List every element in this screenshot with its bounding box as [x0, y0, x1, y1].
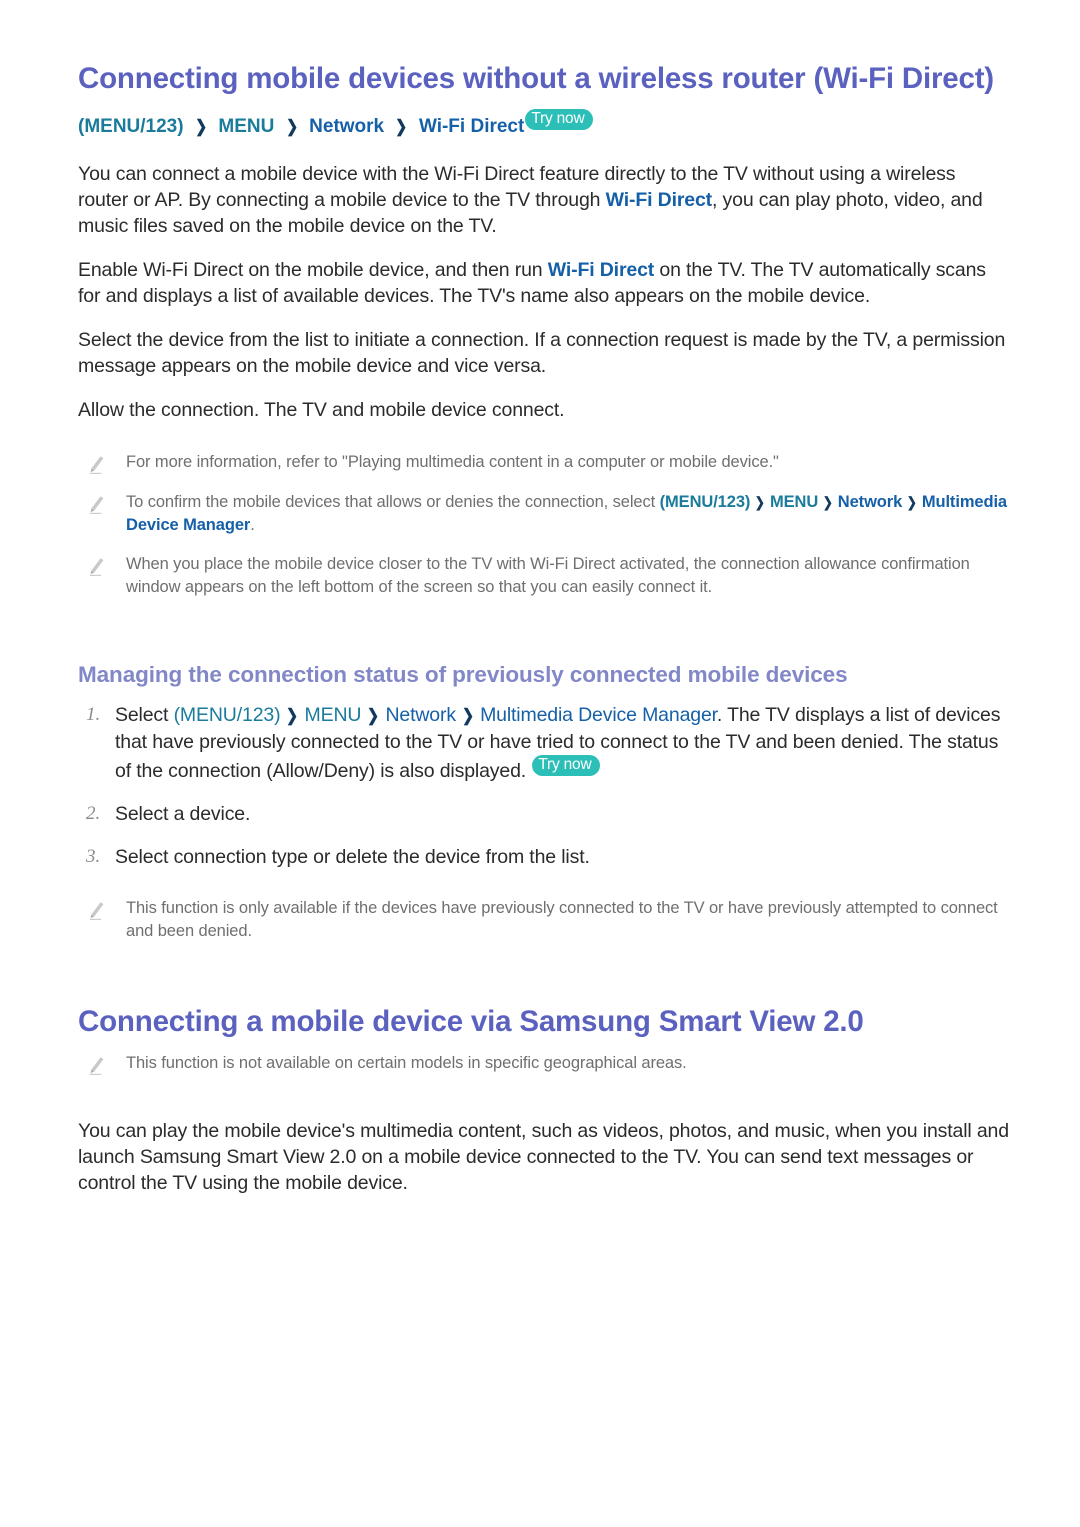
- section-heading: Managing the connection status of previo…: [78, 662, 848, 688]
- try-now-badge[interactable]: Try now: [532, 755, 601, 777]
- numbered-list: 1. Select (MENU/123) ❯ MENU ❯ Network ❯ Multim…: [78, 702, 1010, 870]
- breadcrumb-item-network[interactable]: Network: [385, 704, 456, 726]
- pencil-icon: [88, 495, 105, 515]
- list-marker: 3.: [86, 846, 101, 868]
- chevron-right-icon: ❯: [286, 706, 299, 726]
- paragraph: You can play the mobile device's multime…: [78, 1120, 1009, 1195]
- inline-highlight: Wi-Fi Direct: [547, 259, 655, 282]
- note-text: To confirm the mobile devices that allow…: [126, 491, 1010, 537]
- list-marker: 2.: [86, 803, 101, 825]
- breadcrumb-item-menu123[interactable]: (MENU/123): [174, 704, 281, 726]
- list-item: 2. Select a device.: [78, 801, 1010, 827]
- breadcrumb-item-multimedia-device-manager[interactable]: Multimedia Device Manager: [480, 704, 717, 726]
- chevron-right-icon: ❯: [194, 116, 208, 136]
- breadcrumb: (MENU/123) ❯ MENU ❯ Network ❯ Wi-Fi Dire…: [78, 108, 1010, 140]
- inline-highlight: Wi-Fi Direct: [605, 189, 713, 212]
- paragraph: Enable Wi-Fi Direct on the mobile device…: [78, 257, 1010, 309]
- breadcrumb-item-network[interactable]: Network: [838, 493, 903, 511]
- note-item: To confirm the mobile devices that allow…: [78, 491, 1010, 537]
- breadcrumb-item-menu123[interactable]: (MENU/123): [78, 116, 184, 137]
- note-item: When you place the mobile device closer …: [78, 553, 1010, 599]
- step-prefix: Select: [115, 704, 174, 727]
- breadcrumb-item-menu123[interactable]: (MENU/123): [660, 493, 751, 511]
- paragraph: Allow the connection. The TV and mobile …: [78, 399, 565, 422]
- note-text: This function is only available if the d…: [126, 899, 998, 941]
- breadcrumb-item-menu[interactable]: MENU: [218, 116, 274, 137]
- note-text: For more information, refer to "Playing …: [126, 453, 779, 472]
- chevron-right-icon: ❯: [395, 116, 408, 136]
- pencil-icon: [88, 557, 105, 577]
- chevron-right-icon: ❯: [285, 116, 298, 136]
- note-item: This function is not available on certai…: [78, 1052, 1010, 1076]
- pencil-icon: [88, 901, 105, 921]
- page-title-secondary: Connecting a mobile device via Samsung S…: [78, 1005, 864, 1039]
- note-suffix: .: [250, 516, 255, 535]
- list-item: 1. Select (MENU/123) ❯ MENU ❯ Network ❯ Multim…: [78, 702, 1010, 784]
- paragraph: Select the device from the list to initi…: [78, 329, 1006, 378]
- paragraph-text: Enable Wi-Fi Direct on the mobile device…: [78, 259, 548, 282]
- breadcrumb-item-network[interactable]: Network: [309, 116, 384, 137]
- chevron-right-icon: ❯: [462, 706, 475, 726]
- chevron-right-icon: ❯: [907, 494, 917, 511]
- list-marker: 1.: [86, 704, 101, 726]
- try-now-badge[interactable]: Try now: [525, 108, 594, 130]
- note-prefix: To confirm the mobile devices that allow…: [126, 493, 660, 512]
- note-text: This function is not available on certai…: [126, 1054, 687, 1073]
- list-item-text: Select a device.: [115, 803, 251, 826]
- pencil-icon: [88, 455, 105, 475]
- list-item: 3. Select connection type or delete the …: [78, 844, 1010, 870]
- list-item-text: Select connection type or delete the dev…: [115, 846, 590, 869]
- breadcrumb-item-menu[interactable]: MENU: [305, 704, 362, 726]
- paragraph: You can connect a mobile device with the…: [78, 161, 1010, 239]
- chevron-right-icon: ❯: [823, 494, 833, 511]
- chevron-right-icon: ❯: [367, 706, 380, 726]
- note-item: This function is only available if the d…: [78, 897, 1010, 943]
- note-item: For more information, refer to "Playing …: [78, 451, 1010, 475]
- page-title: Connecting mobile devices without a wire…: [78, 62, 994, 95]
- document-page: Connecting mobile devices without a wire…: [0, 0, 1080, 1527]
- chevron-right-icon: ❯: [755, 494, 766, 511]
- list-item-text: Select (MENU/123) ❯ MENU ❯ Network ❯ Multimedi…: [115, 702, 1010, 784]
- note-text: When you place the mobile device closer …: [126, 555, 970, 597]
- pencil-icon: [88, 1056, 105, 1076]
- breadcrumb-item-wifi-direct[interactable]: Wi-Fi Direct: [419, 116, 524, 137]
- breadcrumb-item-menu[interactable]: MENU: [770, 493, 818, 511]
